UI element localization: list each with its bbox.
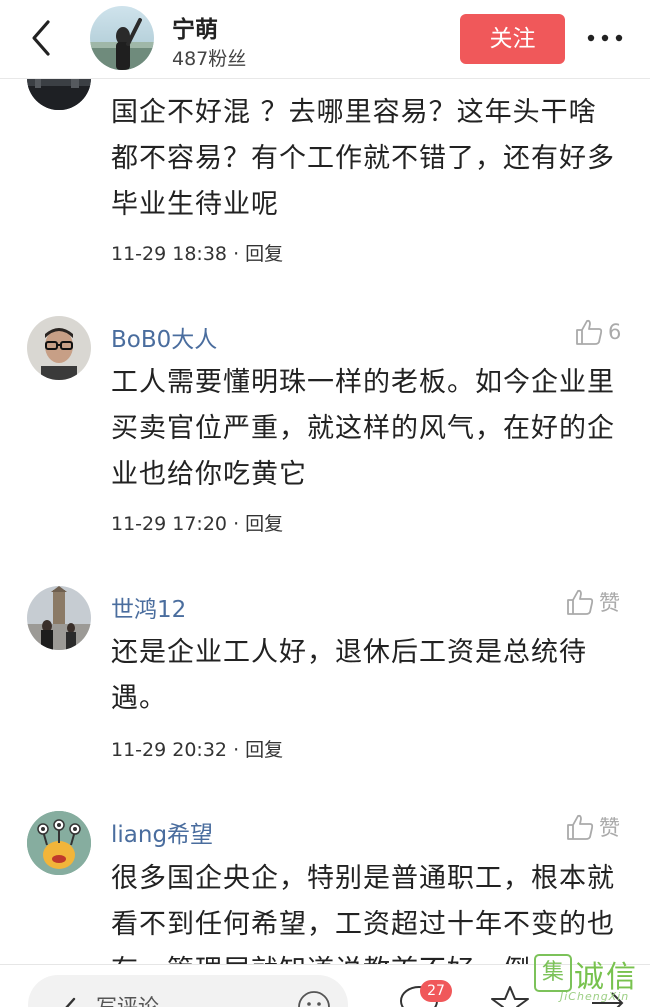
comment-placeholder: 写评论 bbox=[96, 995, 159, 1007]
more-dots-icon bbox=[587, 34, 623, 42]
thumbs-up-icon bbox=[576, 319, 603, 345]
commenter-avatar[interactable] bbox=[27, 586, 91, 650]
like-label: 赞 bbox=[599, 816, 620, 840]
chevron-left-icon bbox=[32, 20, 50, 56]
more-button[interactable] bbox=[585, 28, 625, 48]
comment-text: 还是企业工人好，退休后工资是总统待遇。 bbox=[111, 637, 587, 714]
comment-time: 11-29 20:32 bbox=[111, 739, 228, 761]
back-button[interactable] bbox=[22, 16, 62, 60]
commenter-name[interactable]: BoB0大人 bbox=[111, 320, 217, 354]
pencil-icon bbox=[65, 997, 76, 1007]
commenter-avatar[interactable] bbox=[27, 316, 91, 380]
comment-count-badge: 27 bbox=[420, 980, 452, 1002]
follow-button[interactable]: 关注 bbox=[460, 14, 565, 64]
write-comment-input[interactable]: 写评论 bbox=[28, 975, 348, 1007]
watermark-box: 集 bbox=[534, 954, 572, 992]
thumbs-up-icon bbox=[567, 589, 594, 615]
top-bar: 宁萌 487粉丝 关注 bbox=[0, 0, 650, 79]
comment-text: 国企不好混 ？去哪里容易？这年头干啥都不容易？有个工作就不错了，还有好多毕业生待… bbox=[111, 97, 615, 220]
author-avatar[interactable] bbox=[90, 6, 154, 70]
like-label: 赞 bbox=[599, 591, 620, 615]
emoji-icon bbox=[298, 991, 330, 1007]
comment-time: 11-29 17:20 bbox=[111, 513, 228, 535]
like-count: 6 bbox=[608, 320, 622, 344]
comment-time: 11-29 18:38 bbox=[111, 243, 228, 265]
comment-meta: 11-29 17:20 · 回复 bbox=[111, 513, 284, 535]
star-icon[interactable] bbox=[490, 985, 530, 1007]
watermark-logo: 集 诚信 JiChengXin bbox=[530, 950, 650, 1006]
like-button[interactable]: 赞 bbox=[565, 811, 620, 843]
reply-button[interactable]: 回复 bbox=[245, 513, 283, 535]
comment-text: 很多国企央企，特别是普通职工，根本就看不到任何希望，工资超过十年不变的也有，管理… bbox=[111, 863, 615, 964]
like-button[interactable]: 赞 bbox=[565, 586, 620, 618]
commenter-name[interactable]: liang希望 bbox=[111, 815, 213, 849]
comment-text: 工人需要懂明珠一样的老板。如今企业里买卖官位严重，就这样的风气，在好的企业也给你… bbox=[111, 367, 615, 490]
commenter-name[interactable]: 世鸿12 bbox=[111, 590, 186, 624]
watermark-subtext: JiChengXin bbox=[560, 990, 630, 1003]
commenter-avatar[interactable] bbox=[27, 811, 91, 875]
reply-button[interactable]: 回复 bbox=[245, 739, 283, 761]
thumbs-up-icon bbox=[567, 814, 594, 840]
reply-button[interactable]: 回复 bbox=[245, 243, 283, 265]
comment-meta: 11-29 18:38 · 回复 bbox=[111, 243, 284, 265]
comment-meta: 11-29 20:32 · 回复 bbox=[111, 739, 284, 761]
like-button[interactable]: 6 bbox=[574, 316, 621, 348]
author-name[interactable]: 宁萌 bbox=[172, 10, 218, 44]
fan-count: 487粉丝 bbox=[172, 48, 247, 70]
